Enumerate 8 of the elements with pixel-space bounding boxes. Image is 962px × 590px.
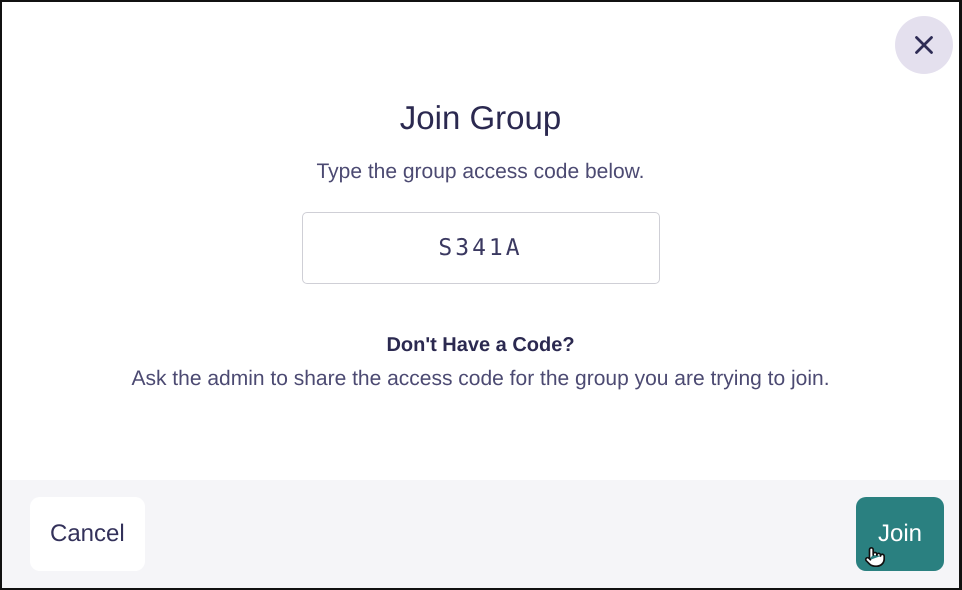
hand-cursor-icon [864,546,886,568]
cancel-button[interactable]: Cancel [30,497,145,571]
join-button[interactable]: Join [856,497,944,571]
help-text: Ask the admin to share the access code for the group you are trying to join. [131,367,830,391]
access-code-field[interactable]: S341A [302,212,660,284]
dialog-title: Join Group [400,98,562,138]
instruction-text: Type the group access code below. [316,160,645,184]
help-heading: Don't Have a Code? [386,334,575,357]
